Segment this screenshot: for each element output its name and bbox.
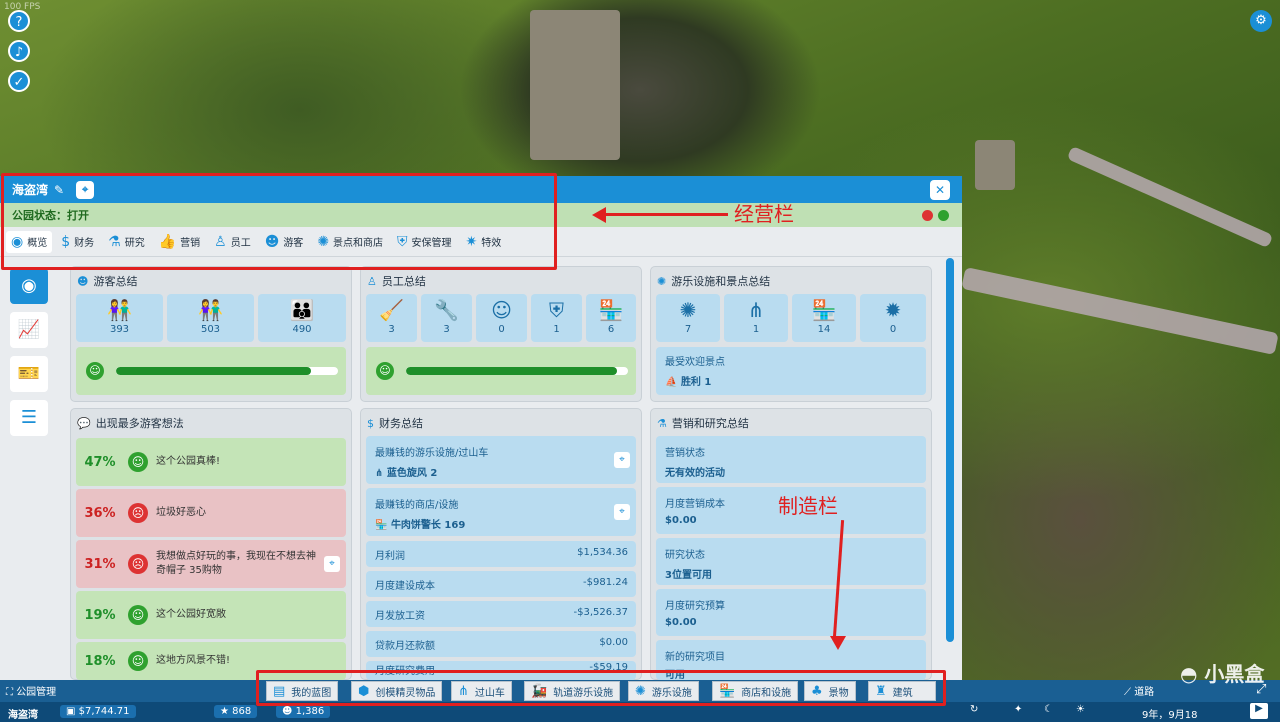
alert-gear-icon: ✹ xyxy=(884,298,902,322)
park-icon: ⛶ xyxy=(6,687,13,698)
pirate-castle xyxy=(530,10,620,160)
broom-icon: 🧹 xyxy=(379,298,404,322)
smile-icon: ☺ xyxy=(128,452,148,472)
research-item[interactable]: 月度研究预算 $0.00 xyxy=(656,589,926,636)
panel-scrollbar[interactable] xyxy=(946,258,954,642)
play-icon[interactable]: ▶ xyxy=(1250,703,1268,719)
shop-icon: 🏪 xyxy=(811,298,837,322)
staff-happiness-bar xyxy=(406,367,628,375)
sun-icon[interactable]: ☀ xyxy=(1076,704,1085,715)
side-list-icon[interactable]: ☰ xyxy=(10,400,48,436)
status-dot-red xyxy=(922,210,933,221)
guest-pair-icon: 👫 xyxy=(107,298,132,322)
guest-stat[interactable]: 👪 490 xyxy=(258,294,346,342)
park-management-button[interactable]: ⛶ 公园管理 xyxy=(6,683,56,698)
bell-icon[interactable]: ♪ xyxy=(8,40,30,62)
locate-pin-icon[interactable]: ⌖ xyxy=(324,556,340,572)
arrow-head-icon xyxy=(592,207,606,223)
game-date: 9年，9月18 xyxy=(1142,710,1198,721)
frown-icon: ☹ xyxy=(128,503,148,523)
money-display[interactable]: ▣ $7,744.71 xyxy=(60,705,136,718)
speech-bubble-icon: 💬 xyxy=(77,416,91,430)
staff-stat-janitor[interactable]: 🧹 3 xyxy=(366,294,417,342)
smile-icon: ☺ xyxy=(128,605,148,625)
dollar-icon: $ xyxy=(367,416,374,430)
guests-icon: ☻ xyxy=(282,706,293,717)
finance-row: 月利润 $1,534.36 xyxy=(366,541,636,567)
frown-icon: ☹ xyxy=(128,554,148,574)
guest-count[interactable]: ☻ 1,386 xyxy=(276,705,331,718)
guest-stat[interactable]: 👫 503 xyxy=(167,294,254,342)
staff-stat-security[interactable]: ⛨ 1 xyxy=(531,294,582,342)
status-dot-green xyxy=(938,210,949,221)
research-item[interactable]: 研究状态 3位置可用 xyxy=(656,538,926,585)
path-icon: ⟋ xyxy=(1124,687,1131,698)
annotation-label-management: 经营栏 xyxy=(734,202,794,226)
side-overview-eye-icon[interactable]: ◉ xyxy=(10,268,48,304)
side-chart-icon[interactable]: 📈 xyxy=(10,312,48,348)
thought-row[interactable]: 36% ☹ 垃圾好恶心 xyxy=(76,489,346,537)
guest-stat[interactable]: 👫 393 xyxy=(76,294,163,342)
annotation-label-build: 制造栏 xyxy=(778,494,838,518)
coaster-icon: ⋔ xyxy=(747,298,765,322)
ferris-wheel-icon: ✺ xyxy=(679,298,697,322)
staff-stat-entertainer[interactable]: ☺ 0 xyxy=(476,294,527,342)
locate-pin-icon[interactable]: ⌖ xyxy=(614,452,630,468)
watermark: ◓ 小黑盒 xyxy=(1180,662,1265,686)
finance-row: 月发放工资 -$3,526.37 xyxy=(366,601,636,627)
ferris-wheel-icon: ✺ xyxy=(657,274,667,288)
rotate-icon[interactable]: ↻ xyxy=(970,704,978,715)
smile-icon: ☺ xyxy=(128,651,148,671)
lighthouse xyxy=(975,140,1015,190)
rides-stat-shops[interactable]: 🏪 14 xyxy=(792,294,856,342)
annotation-arrow xyxy=(600,213,728,216)
rides-stat-coaster[interactable]: ⋔ 1 xyxy=(724,294,788,342)
thought-row[interactable]: 31% ☹ 我想做点好玩的事，我现在不想去神奇帽子 35购物 ⌖ xyxy=(76,540,346,588)
staff-icon: ♙ xyxy=(367,274,377,288)
settings-gear-icon[interactable]: ⚙ xyxy=(1250,10,1272,32)
coaster-icon: ⋔ xyxy=(375,468,384,479)
guests-icon: ☻ xyxy=(77,274,89,288)
thought-row[interactable]: 19% ☺ 这个公园好宽敞 xyxy=(76,591,346,639)
ship-icon: ⛵ xyxy=(665,377,678,388)
side-ticket-icon[interactable]: 🎫 xyxy=(10,356,48,392)
smile-icon: ☺ xyxy=(86,362,104,380)
badge-icon: ⛨ xyxy=(549,298,564,322)
best-ride[interactable]: 最赚钱的游乐设施/过山车 ⋔ 蓝色旋风 2 ⌖ xyxy=(366,436,636,484)
shop-icon: 🏪 xyxy=(375,520,388,531)
park-rating[interactable]: ★ 868 xyxy=(214,705,258,718)
night-icon[interactable]: ☾ xyxy=(1044,704,1053,715)
arrow-head-icon xyxy=(830,636,846,650)
staff-stat-mechanic[interactable]: 🔧 3 xyxy=(421,294,472,342)
close-button[interactable]: ✕ xyxy=(930,180,950,200)
path-tool-button[interactable]: ⟋ 道路 xyxy=(1124,683,1154,698)
check-icon[interactable]: ✓ xyxy=(8,70,30,92)
flask-icon: ⚗ xyxy=(657,416,667,430)
wrench-icon: 🔧 xyxy=(434,298,459,322)
sparkle-icon[interactable]: ✦ xyxy=(1014,704,1022,715)
mascot-icon: ☺ xyxy=(491,298,512,322)
finance-row: 贷款月还款额 $0.00 xyxy=(366,631,636,657)
marketing-item[interactable]: 营销状态 无有效的活动 xyxy=(656,436,926,483)
guest-pair-icon: 👫 xyxy=(198,298,223,322)
staff-stat-vendor[interactable]: 🏪 6 xyxy=(586,294,636,342)
money-icon: ▣ xyxy=(66,706,76,717)
rides-stat-flat[interactable]: ✺ 7 xyxy=(656,294,720,342)
shop-icon: 🏪 xyxy=(598,298,624,322)
park-name-status[interactable]: 海盗湾 xyxy=(8,706,38,721)
smile-icon: ☺ xyxy=(376,362,394,380)
guest-happiness-bar xyxy=(116,367,338,375)
help-icon[interactable]: ? xyxy=(8,10,30,32)
guest-group-icon: 👪 xyxy=(289,298,315,322)
locate-pin-icon[interactable]: ⌖ xyxy=(614,504,630,520)
best-shop[interactable]: 最赚钱的商店/设施 🏪 牛肉饼警长 169 ⌖ xyxy=(366,488,636,536)
finance-row: 月度建设成本 -$981.24 xyxy=(366,571,636,597)
watermark-logo-icon: ◓ xyxy=(1180,662,1198,686)
favorite-attraction[interactable]: 最受欢迎景点 ⛵ 胜利 1 xyxy=(656,347,926,395)
star-icon: ★ xyxy=(220,706,229,717)
annotation-box-management xyxy=(1,173,557,270)
annotation-box-build xyxy=(256,670,946,706)
thought-row[interactable]: 47% ☺ 这个公园真棒! xyxy=(76,438,346,486)
rides-stat-broken[interactable]: ✹ 0 xyxy=(860,294,926,342)
